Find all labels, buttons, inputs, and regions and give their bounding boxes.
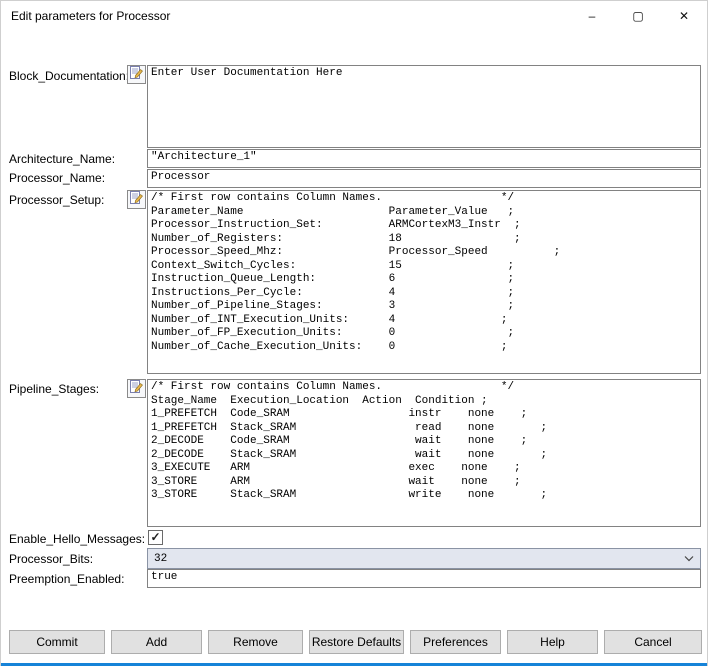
preemption-enabled-label: Preemption_Enabled: (9, 572, 124, 586)
commit-button[interactable]: Commit (9, 630, 105, 654)
window-title: Edit parameters for Processor (11, 1, 170, 31)
edit-icon (130, 66, 143, 84)
titlebar: Edit parameters for Processor – ▢ ✕ (1, 1, 707, 31)
maximize-button[interactable]: ▢ (615, 1, 661, 31)
pipeline-stages-label: Pipeline_Stages: (9, 382, 99, 396)
pipeline-stages-textarea[interactable]: /* First row contains Column Names. */ S… (147, 379, 701, 527)
processor-setup-label: Processor_Setup: (9, 193, 104, 207)
edit-processor-setup-button[interactable] (127, 190, 146, 209)
block-documentation-label: Block_Documentation: (9, 69, 129, 83)
minimize-button[interactable]: – (569, 1, 615, 31)
edit-pipeline-stages-button[interactable] (127, 379, 146, 398)
edit-block-documentation-button[interactable] (127, 65, 146, 84)
remove-button[interactable]: Remove (208, 630, 303, 654)
architecture-name-label: Architecture_Name: (9, 152, 115, 166)
block-documentation-textarea[interactable]: Enter User Documentation Here (147, 65, 701, 148)
processor-bits-dropdown[interactable]: 32 (147, 548, 701, 569)
help-button[interactable]: Help (507, 630, 598, 654)
processor-setup-textarea[interactable]: /* First row contains Column Names. */ P… (147, 190, 701, 374)
dialog-button-row: Commit Add Remove Restore Defaults Prefe… (9, 630, 702, 654)
edit-icon (130, 191, 143, 209)
close-button[interactable]: ✕ (661, 1, 707, 31)
preemption-enabled-field[interactable]: true (147, 569, 701, 588)
restore-defaults-button[interactable]: Restore Defaults (309, 630, 404, 654)
add-button[interactable]: Add (111, 630, 202, 654)
chevron-down-icon (684, 555, 694, 562)
edit-icon (130, 380, 143, 398)
edit-parameters-dialog: Edit parameters for Processor – ▢ ✕ Bloc… (0, 0, 708, 666)
processor-bits-value: 32 (154, 553, 167, 565)
cancel-button[interactable]: Cancel (604, 630, 702, 654)
processor-name-label: Processor_Name: (9, 171, 105, 185)
processor-name-field[interactable]: Processor (147, 169, 701, 188)
processor-bits-label: Processor_Bits: (9, 552, 93, 566)
architecture-name-field[interactable]: "Architecture_1" (147, 149, 701, 168)
enable-hello-messages-checkbox[interactable]: ✓ (148, 530, 163, 545)
enable-hello-messages-label: Enable_Hello_Messages: (9, 532, 145, 546)
preferences-button[interactable]: Preferences (410, 630, 501, 654)
window-controls: – ▢ ✕ (569, 1, 707, 31)
